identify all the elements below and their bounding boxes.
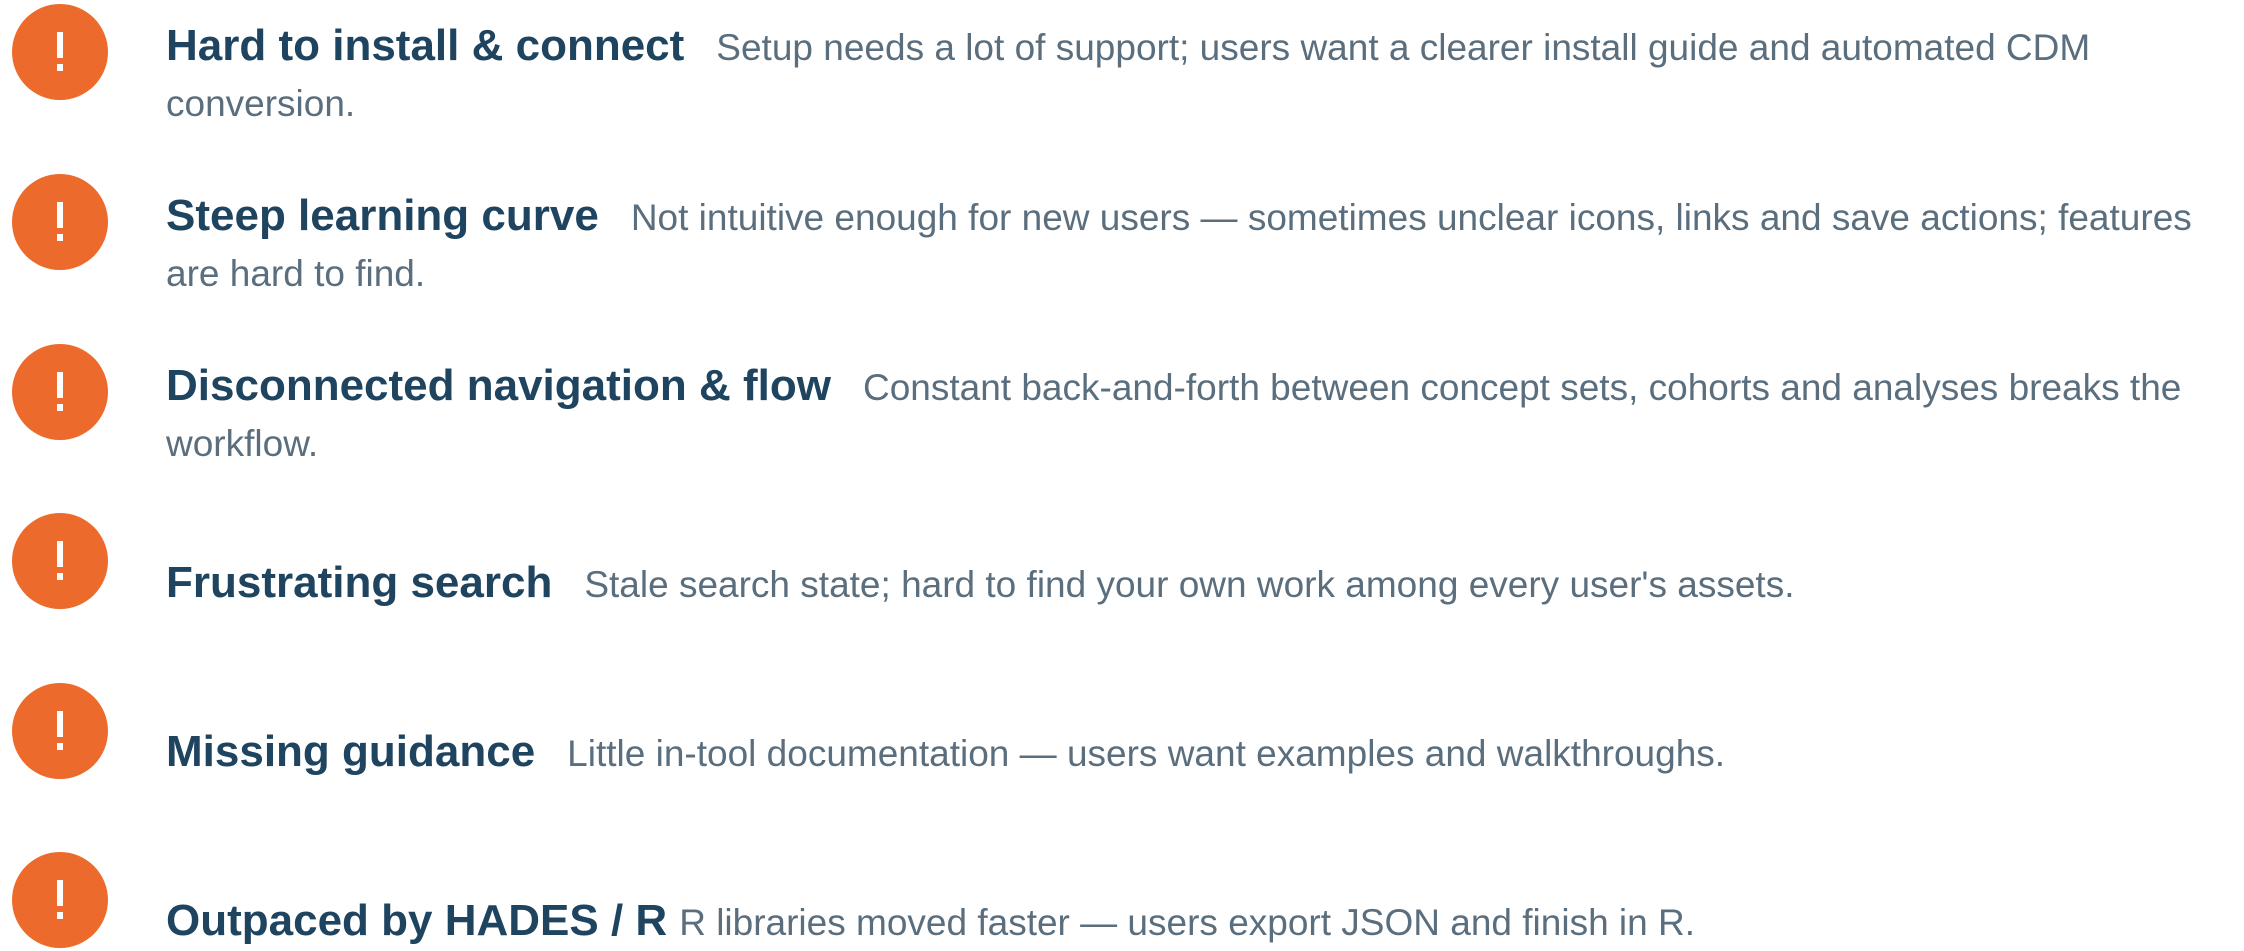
item-title: Hard to install & connect (166, 21, 685, 70)
warning-badge (12, 852, 108, 948)
warning-badge (12, 4, 108, 100)
exclamation-icon (57, 372, 63, 411)
exclamation-icon (57, 541, 63, 580)
item-description: Little in-tool documentation — users wan… (567, 733, 1726, 774)
item-text: Hard to install & connect Setup needs a l… (166, 18, 2224, 132)
item-description: Stale search state; hard to find your ow… (584, 564, 1795, 605)
item-text: Missing guidance Little in-tool documenta… (166, 724, 2224, 782)
exclamation-icon (57, 880, 63, 919)
warning-badge (12, 683, 108, 779)
warning-badge (12, 344, 108, 440)
item-text: Steep learning curve Not intuitive enough… (166, 188, 2224, 302)
item-title: Frustrating search (166, 558, 553, 607)
item-description: R libraries moved faster — users export … (679, 902, 1696, 943)
item-title: Disconnected navigation & flow (166, 361, 831, 410)
exclamation-icon (57, 32, 63, 71)
warning-badge (12, 174, 108, 270)
item-text: Outpaced by HADES / R R libraries moved f… (166, 893, 2224, 951)
exclamation-icon (57, 202, 63, 241)
item-title: Steep learning curve (166, 191, 599, 240)
item-title: Outpaced by HADES / R (166, 896, 668, 945)
exclamation-icon (57, 711, 63, 750)
item-title: Missing guidance (166, 727, 536, 776)
item-text: Disconnected navigation & flow Constant b… (166, 358, 2224, 472)
warning-badge (12, 513, 108, 609)
item-text: Frustrating search Stale search state; ha… (166, 555, 2224, 613)
